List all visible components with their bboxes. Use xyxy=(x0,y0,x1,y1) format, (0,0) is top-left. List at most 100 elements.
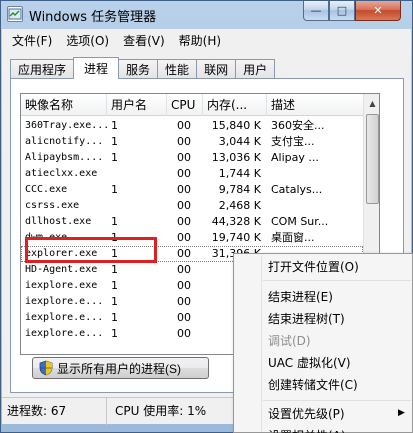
process-row[interactable]: csrss.exe 00 2,468 K xyxy=(21,198,363,214)
process-description: 支付宝... xyxy=(271,135,315,148)
process-memory: 1,744 K xyxy=(218,167,261,180)
process-cpu: 00 xyxy=(177,263,191,276)
process-name: iexplore.e... xyxy=(25,312,104,323)
column-memory[interactable]: 内存(... xyxy=(203,94,267,116)
column-user-name[interactable]: 用户名 xyxy=(107,94,167,116)
process-cpu: 00 xyxy=(177,327,191,340)
process-cpu: 00 xyxy=(177,183,191,196)
tab-networking[interactable]: 联网 xyxy=(196,59,237,79)
menu-separator xyxy=(263,280,411,281)
minimize-button[interactable]: — xyxy=(303,1,329,21)
process-user: 1 xyxy=(111,295,118,308)
menu-view[interactable]: 查看(V) xyxy=(117,32,171,49)
maximize-button[interactable]: □ xyxy=(329,1,355,21)
process-memory: 13,036 K xyxy=(211,151,261,164)
cpu-usage: CPU 使用率: 1% xyxy=(107,397,237,425)
process-row[interactable]: atieclxx.exe 00 1,744 K xyxy=(21,166,363,182)
menu-end-process-tree[interactable]: 结束进程树(T) xyxy=(268,308,345,330)
process-name: explorer.exe xyxy=(25,248,98,259)
menu-separator xyxy=(263,400,411,401)
process-cpu: 00 xyxy=(177,167,191,180)
process-user xyxy=(107,166,167,182)
process-row[interactable]: 360Tray.exe... 1 00 15,840 K 360安全... xyxy=(21,118,363,134)
uac-shield-icon xyxy=(39,360,53,376)
process-user: 1 xyxy=(111,135,118,148)
process-row[interactable]: CCC.exe 1 00 9,784 K Catalys... xyxy=(21,182,363,198)
process-count: 进程数: 67 xyxy=(2,397,107,425)
process-description xyxy=(267,166,363,182)
process-cpu: 00 xyxy=(177,231,191,244)
process-name: iexplore.e... xyxy=(25,296,104,307)
process-cpu: 00 xyxy=(177,151,191,164)
menu-bar: 文件(F) 选项(O) 查看(V) 帮助(H) xyxy=(2,29,411,51)
close-icon: ✕ xyxy=(373,4,383,17)
process-description: 360安全... xyxy=(271,119,325,132)
menu-debug: 调试(D) xyxy=(268,334,311,348)
process-name: dwm.exe xyxy=(25,232,68,243)
process-name: Alipaybsm.... xyxy=(25,152,104,163)
minimize-icon: — xyxy=(310,4,322,17)
menu-uac-virtualization[interactable]: UAC 虚拟化(V) xyxy=(268,352,351,374)
tab-users[interactable]: 用户 xyxy=(235,59,276,79)
process-memory: 3,044 K xyxy=(218,135,261,148)
process-user: 1 xyxy=(111,311,118,324)
menu-end-process[interactable]: 结束进程(E) xyxy=(268,286,333,308)
process-row[interactable]: dwm.exe 1 00 19,740 K 桌面窗... xyxy=(21,230,363,246)
process-user: 1 xyxy=(111,231,118,244)
tab-performance[interactable]: 性能 xyxy=(157,59,198,79)
process-name: CCC.exe xyxy=(25,184,68,195)
process-user: 1 xyxy=(111,263,118,276)
menu-set-affinity[interactable]: 设置相关性(A)... xyxy=(268,425,357,433)
menu-file[interactable]: 文件(F) xyxy=(6,32,58,49)
process-description: Catalys... xyxy=(271,183,323,196)
list-header: 映像名称 用户名 CPU 内存(... 描述 xyxy=(21,94,363,116)
column-image-name[interactable]: 映像名称 xyxy=(21,94,107,116)
context-menu-gutter xyxy=(261,256,262,432)
process-name: atieclxx.exe xyxy=(25,168,98,179)
tab-services[interactable]: 服务 xyxy=(118,59,159,79)
process-description: COM Sur... xyxy=(271,215,329,228)
process-cpu: 00 xyxy=(177,135,191,148)
process-memory: 9,784 K xyxy=(218,183,261,196)
process-user: 1 xyxy=(111,279,118,292)
process-cpu: 00 xyxy=(177,119,191,132)
show-all-button-label: 显示所有用户的进程(S) xyxy=(57,361,181,376)
process-name: dllhost.exe xyxy=(25,216,92,227)
task-manager-app-icon xyxy=(7,6,23,22)
close-button[interactable]: ✕ xyxy=(355,1,401,21)
process-cpu: 00 xyxy=(177,247,191,260)
menu-open-file-location[interactable]: 打开文件位置(O) xyxy=(268,256,359,278)
menu-create-dump-file[interactable]: 创建转储文件(C) xyxy=(268,374,358,396)
process-name: csrss.exe xyxy=(25,200,80,211)
process-memory: 19,740 K xyxy=(211,231,261,244)
column-description[interactable]: 描述 xyxy=(267,94,363,116)
process-user: 1 xyxy=(111,183,118,196)
process-row[interactable]: alicnotify... 1 00 3,044 K 支付宝... xyxy=(21,134,363,150)
process-row[interactable]: dllhost.exe 1 00 44,328 K COM Sur... xyxy=(21,214,363,230)
process-memory: 2,468 K xyxy=(218,199,261,212)
scroll-up-icon[interactable]: ▲ xyxy=(365,95,379,111)
process-user: 1 xyxy=(111,327,118,340)
process-name: iexplore.e... xyxy=(25,328,104,339)
show-all-users-processes-button[interactable]: 显示所有用户的进程(S) xyxy=(32,357,209,379)
process-description: 桌面窗... xyxy=(271,231,315,244)
process-row[interactable]: Alipaybsm.... 1 00 13,036 K Alipay ... xyxy=(21,150,363,166)
process-user: 1 xyxy=(111,247,118,260)
process-user: 1 xyxy=(111,215,118,228)
submenu-arrow-icon: ▶ xyxy=(398,408,405,418)
process-cpu: 00 xyxy=(177,295,191,308)
process-name: alicnotify... xyxy=(25,136,104,147)
menu-set-priority[interactable]: 设置优先级(P) xyxy=(268,403,345,425)
menu-options[interactable]: 选项(O) xyxy=(60,32,115,49)
scrollbar-thumb[interactable] xyxy=(366,114,379,204)
tab-strip: 应用程序 进程 服务 性能 联网 用户 xyxy=(10,57,276,79)
menu-help[interactable]: 帮助(H) xyxy=(173,32,227,49)
tab-processes[interactable]: 进程 xyxy=(73,57,120,79)
tab-applications[interactable]: 应用程序 xyxy=(10,59,75,79)
context-menu: 打开文件位置(O) 结束进程(E) 结束进程树(T) 调试(D) UAC 虚拟化… xyxy=(233,253,413,433)
title-bar[interactable]: Windows 任务管理器 — □ ✕ xyxy=(1,1,412,29)
process-memory: 15,840 K xyxy=(211,119,261,132)
maximize-icon: □ xyxy=(336,4,348,17)
process-cpu: 00 xyxy=(177,311,191,324)
column-cpu[interactable]: CPU xyxy=(167,94,203,116)
